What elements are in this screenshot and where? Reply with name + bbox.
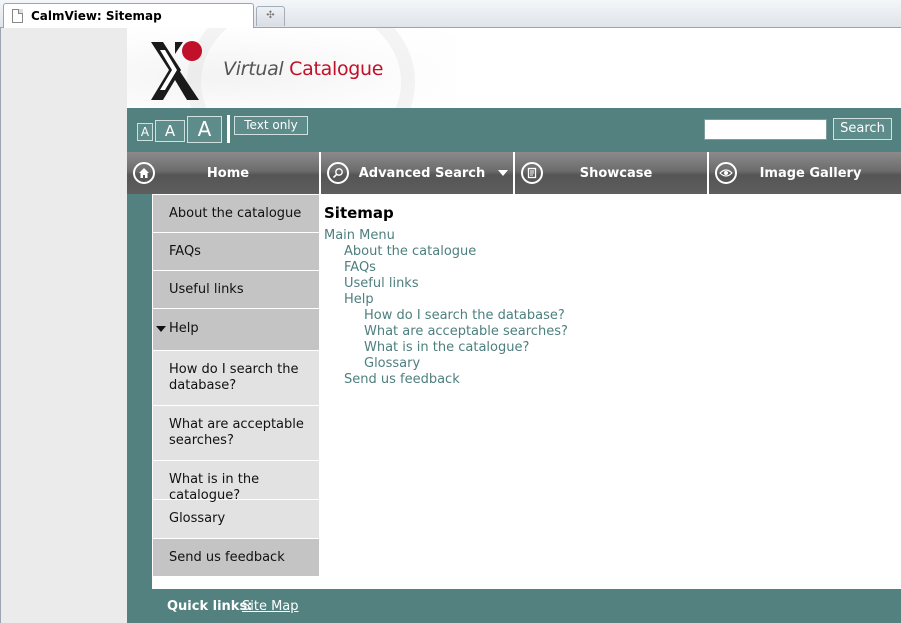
- browser-tab[interactable]: CalmView: Sitemap: [3, 3, 254, 28]
- sitemap-link-main-menu[interactable]: Main Menu: [324, 228, 884, 244]
- font-size-small-button[interactable]: A: [137, 123, 153, 141]
- sitemap-tree: Main Menu About the catalogue FAQs Usefu…: [324, 228, 884, 388]
- text-only-button[interactable]: Text only: [234, 116, 308, 135]
- nav-showcase[interactable]: Showcase: [515, 152, 707, 194]
- font-size-large-button[interactable]: A: [187, 116, 222, 143]
- sitemap-link-about[interactable]: About the catalogue: [324, 244, 884, 260]
- sitemap-link-feedback[interactable]: Send us feedback: [324, 372, 884, 388]
- search-input[interactable]: [704, 119, 827, 140]
- left-accent-strip: [127, 194, 152, 589]
- search-button[interactable]: Search: [833, 118, 892, 140]
- nav-advanced-search-label: Advanced Search: [358, 165, 486, 181]
- sitemap-link-glossary[interactable]: Glossary: [324, 356, 884, 372]
- browser-viewport: Virtual Catalogue A A A Text only Search…: [0, 28, 901, 623]
- site-title: Virtual Catalogue: [223, 58, 383, 80]
- sitemap-link-useful-links[interactable]: Useful links: [324, 276, 884, 292]
- toolbar: A A A Text only Search: [127, 108, 901, 152]
- main-content: Sitemap Main Menu About the catalogue FA…: [324, 204, 884, 388]
- caret-down-icon: [156, 325, 166, 332]
- site-map-link[interactable]: Site Map: [242, 599, 299, 614]
- main-nav: Home Advanced Search Showcase Image Gall…: [127, 152, 901, 194]
- sidebar-item-faqs[interactable]: FAQs: [153, 232, 319, 270]
- sidebar-item-in-catalogue[interactable]: What is in the catalogue?: [153, 460, 319, 503]
- sitemap-link-help[interactable]: Help: [324, 292, 884, 308]
- sidebar-item-acceptable-searches[interactable]: What are acceptable searches?: [153, 405, 319, 460]
- chevron-down-icon[interactable]: [498, 170, 508, 176]
- site-title-catalogue: Catalogue: [289, 58, 384, 80]
- sidebar-item-how-search[interactable]: How do I search the database?: [153, 350, 319, 405]
- nav-image-gallery[interactable]: Image Gallery: [709, 152, 901, 194]
- nav-home[interactable]: Home: [127, 152, 319, 194]
- home-icon: [133, 162, 155, 184]
- magnifier-icon: [327, 162, 349, 184]
- nav-advanced-search[interactable]: Advanced Search: [321, 152, 513, 194]
- sitemap-link-faqs[interactable]: FAQs: [324, 260, 884, 276]
- sidebar-item-help-label: Help: [169, 321, 199, 336]
- sitemap-link-in-catalogue[interactable]: What is in the catalogue?: [324, 340, 884, 356]
- quick-links-label: Quick links:: [167, 599, 253, 614]
- sidebar-menu: About the catalogue FAQs Useful links He…: [153, 194, 319, 576]
- sidebar-item-about[interactable]: About the catalogue: [153, 194, 319, 232]
- browser-tab-title: CalmView: Sitemap: [31, 9, 162, 23]
- sitemap-link-acceptable-searches[interactable]: What are acceptable searches?: [324, 324, 884, 340]
- nav-showcase-label: Showcase: [579, 165, 653, 181]
- sidebar-item-help[interactable]: Help: [153, 308, 319, 350]
- toolbar-divider: [227, 115, 230, 143]
- book-icon: [521, 162, 543, 184]
- nav-home-label: Home: [206, 165, 250, 181]
- sidebar-item-useful-links[interactable]: Useful links: [153, 270, 319, 308]
- new-tab-button[interactable]: ✣: [256, 6, 285, 26]
- eye-icon: [715, 162, 737, 184]
- font-size-medium-button[interactable]: A: [155, 120, 185, 142]
- page-icon: [12, 9, 23, 23]
- sitemap-link-how-search[interactable]: How do I search the database?: [324, 308, 884, 324]
- site-logo-icon[interactable]: [149, 40, 205, 102]
- sidebar-item-feedback[interactable]: Send us feedback: [153, 538, 319, 576]
- browser-tab-strip: CalmView: Sitemap ✣: [0, 0, 901, 28]
- page: Virtual Catalogue A A A Text only Search…: [127, 28, 901, 623]
- sidebar-item-glossary[interactable]: Glossary: [153, 499, 319, 538]
- plus-icon: ✣: [266, 10, 275, 21]
- nav-image-gallery-label: Image Gallery: [759, 165, 862, 181]
- page-title: Sitemap: [324, 204, 394, 222]
- site-banner: Virtual Catalogue: [127, 28, 901, 108]
- footer: Quick links: Site Map: [127, 589, 901, 623]
- site-title-virtual: Virtual: [223, 58, 290, 80]
